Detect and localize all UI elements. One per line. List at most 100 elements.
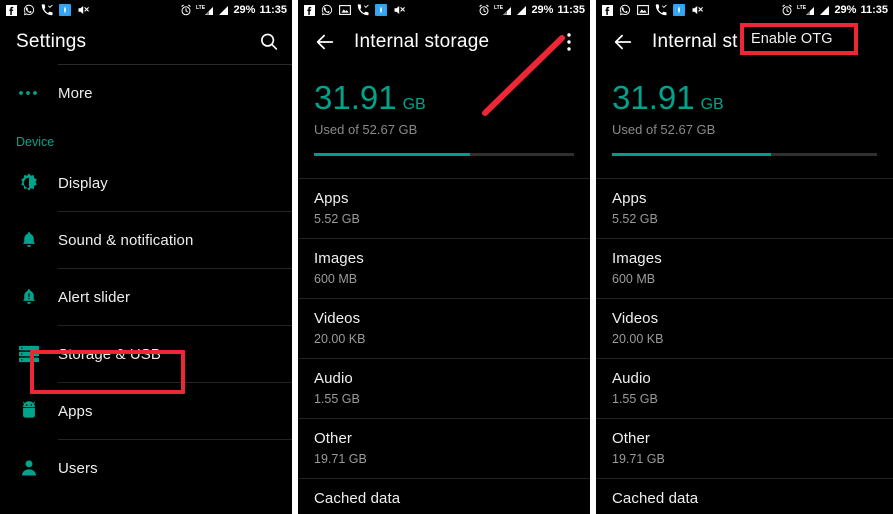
blue-app-icon [673,4,685,16]
phone-missed-icon [41,4,53,16]
storage-item-name: Apps [314,190,349,207]
sidebar-item-users[interactable]: Users [0,440,292,496]
phone-missed-icon [655,4,667,16]
back-arrow-icon[interactable] [314,31,336,53]
brightness-icon [0,172,58,194]
status-bar-system: LTE 29% 11:35 [478,0,585,20]
storage-list-item[interactable]: Images 600 MB [298,239,590,298]
person-icon [0,457,58,479]
lte-signal-icon: LTE [196,5,214,15]
storage-item-size: 600 MB [314,272,358,286]
status-bar-notifications [6,4,90,16]
storage-item-size: 5.52 GB [612,212,658,226]
more-dots-icon [0,90,58,96]
storage-summary: 31.91 GB Used of 52.67 GB [596,64,893,156]
storage-list-item[interactable]: Cached data 1.42 GB [596,479,893,514]
summary-spacer [298,156,590,178]
storage-progress-fill [612,153,771,156]
storage-list-item[interactable]: Cached data 1.42 GB [298,479,590,514]
storage-used-line: 31.91 GB [314,80,574,116]
signal-icon [219,6,229,15]
sidebar-item-alert-slider[interactable]: Alert slider [0,269,292,325]
status-bar-system: LTE 29% 11:35 [180,0,287,20]
screenshot-icon [637,5,649,15]
storage-used-unit: GB [700,96,724,113]
storage-list-item[interactable]: Audio 1.55 GB [298,359,590,418]
storage-used-value: 31.91 [314,79,397,116]
alarm-icon [479,4,490,16]
storage-item-size: 600 MB [612,272,656,286]
storage-used-line: 31.91 GB [612,80,877,116]
svg-text:LTE: LTE [797,5,807,11]
sidebar-item-label: Users [58,459,98,477]
status-bar: LTE 29% 11:35 [0,0,292,20]
battery-percent-label: 29% [531,4,554,16]
svg-text:LTE: LTE [494,5,504,11]
sidebar-item-label: Sound & notification [58,231,194,249]
battery-percent-label: 29% [834,4,857,16]
sidebar-item-label: More [58,84,93,102]
status-bar-system: LTE 29% 11:35 [781,0,888,20]
blue-app-icon [375,4,387,16]
facebook-icon [304,4,315,16]
facebook-icon [602,4,613,16]
screenshot-triptych: LTE 29% 11:35 Settings More Device Displ… [0,0,893,514]
storage-progress-fill [314,153,470,156]
storage-list-item[interactable]: Videos 20.00 KB [596,299,893,358]
screen-internal-storage: LTE 29% 11:35 Internal storage 31.91 GB U… [298,0,590,514]
storage-item-name: Other [612,430,651,447]
overflow-menu-popup[interactable]: Enable OTG [740,23,858,55]
storage-list-item[interactable]: Other 19.71 GB [596,419,893,478]
storage-list-item[interactable]: Images 600 MB [596,239,893,298]
lte-signal-icon: LTE [797,5,815,15]
storage-item-size: 1.55 GB [314,392,360,406]
storage-list-item[interactable]: Apps 5.52 GB [596,179,893,238]
sidebar-item-storage-usb[interactable]: Storage & USB [0,326,292,382]
signal-icon [517,6,527,15]
phone-missed-icon [357,4,369,16]
alarm-icon [181,4,192,16]
storage-list-item[interactable]: Videos 20.00 KB [298,299,590,358]
status-bar: LTE 29% 11:35 [298,0,590,20]
storage-list-item[interactable]: Other 19.71 GB [298,419,590,478]
storage-item-name: Audio [314,370,353,387]
section-header-device: Device [16,135,55,149]
status-bar: LTE 29% 11:35 [596,0,893,20]
mute-icon [394,6,405,14]
svg-text:LTE: LTE [196,5,206,11]
clock-label: 11:35 [860,4,888,16]
storage-item-size: 1.55 GB [612,392,658,406]
search-icon[interactable] [258,31,280,53]
storage-list-item[interactable]: Apps 5.52 GB [298,179,590,238]
summary-spacer [596,156,893,178]
storage-progress-bar [612,153,877,156]
storage-list-item[interactable]: Audio 1.55 GB [596,359,893,418]
sidebar-item-display[interactable]: Display [0,155,292,211]
sidebar-item-label: Display [58,174,108,192]
storage-item-name: Cached data [612,490,699,507]
storage-app-bar: Internal storage [298,20,590,64]
storage-item-name: Images [612,250,662,267]
status-bar-notifications [304,4,406,16]
settings-app-bar: Settings [0,20,292,64]
menu-item-enable-otg[interactable]: Enable OTG [751,31,833,47]
overflow-menu-icon[interactable] [560,31,578,53]
storage-progress-bar [314,153,574,156]
storage-item-name: Audio [612,370,651,387]
storage-item-size: 5.52 GB [314,212,360,226]
mute-icon [692,6,703,14]
status-bar-notifications [602,4,704,16]
facebook-icon [6,4,17,16]
storage-used-unit: GB [402,96,426,113]
sidebar-item-more[interactable]: More [0,65,292,121]
android-robot-icon [0,400,58,422]
clock-label: 11:35 [259,4,287,16]
sidebar-item-apps[interactable]: Apps [0,383,292,439]
lte-signal-icon: LTE [494,5,512,15]
back-arrow-icon[interactable] [612,31,634,53]
bell-icon [0,229,58,251]
storage-item-name: Cached data [314,490,401,507]
sidebar-item-sound-notification[interactable]: Sound & notification [0,212,292,268]
storage-item-size: 20.00 KB [612,332,664,346]
alarm-icon [782,4,793,16]
